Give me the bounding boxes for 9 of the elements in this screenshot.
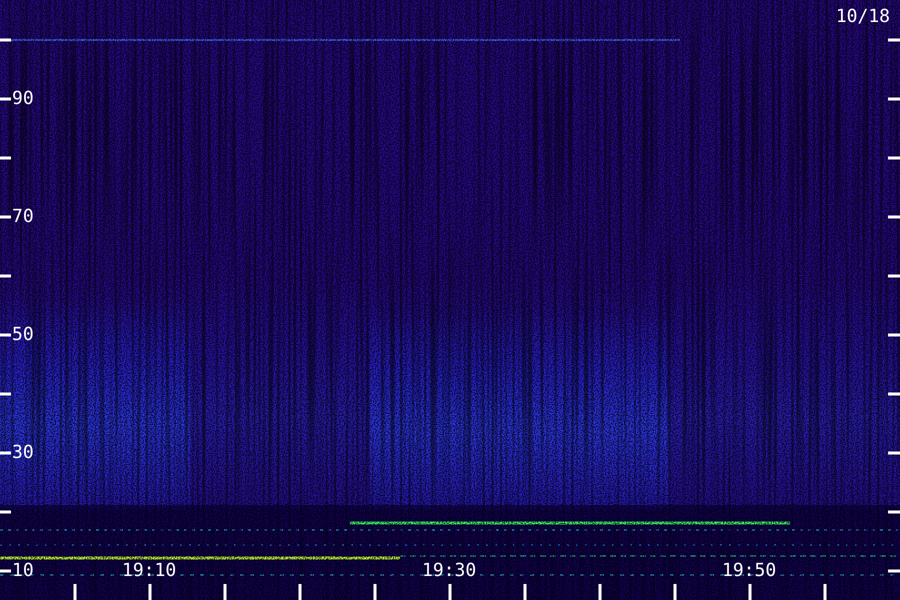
x-axis-label: 19:30	[422, 561, 476, 581]
x-axis-label: 19:10	[122, 561, 176, 581]
y-axis-label: 90	[12, 89, 34, 109]
x-axis-label: 19:50	[722, 561, 776, 581]
y-axis-label: 10	[12, 561, 34, 581]
y-axis-label: 30	[12, 443, 34, 463]
y-axis-label: 50	[12, 325, 34, 345]
y-axis-label: 70	[12, 207, 34, 227]
date-label: 10/18	[836, 7, 890, 27]
